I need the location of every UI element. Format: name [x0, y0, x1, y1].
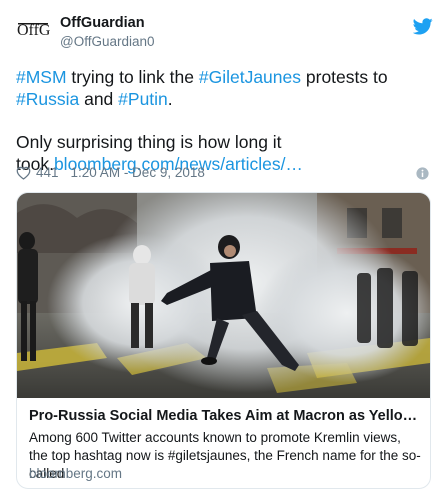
info-icon[interactable] — [416, 167, 429, 180]
tweet-text-segment: protests to — [301, 67, 388, 87]
hashtag-msm[interactable]: #MSM — [16, 67, 67, 87]
protest-photo — [17, 193, 430, 398]
tweet-text-segment: . — [167, 89, 173, 109]
tweet-text-segment: trying to link the — [66, 67, 199, 87]
tweet-embed: OffG OffGuardian @OffGuardian0 #MSM tryi… — [0, 0, 447, 503]
author-handle[interactable]: @OffGuardian0 — [60, 34, 155, 49]
tweet-text: #MSM trying to link the #GiletJaunes pro… — [16, 66, 431, 175]
link-preview-card[interactable]: Pro-Russia Social Media Takes Aim at Mac… — [16, 192, 431, 489]
twitter-bird-icon[interactable] — [413, 18, 433, 35]
card-domain[interactable]: bloomberg.com — [29, 466, 122, 481]
avatar[interactable]: OffG — [16, 12, 50, 46]
logo-text: OffG — [17, 22, 50, 39]
hashtag-giletjaunes[interactable]: #GiletJaunes — [199, 67, 301, 87]
tweet-timestamp[interactable]: 1:20 AM - Dec 9, 2018 — [71, 165, 205, 180]
heart-icon[interactable] — [16, 166, 31, 180]
offguardian-logo: OffG — [16, 12, 50, 46]
tweet-meta: 441 1:20 AM - Dec 9, 2018 — [16, 165, 205, 180]
tweet-paragraph-1: #MSM trying to link the #GiletJaunes pro… — [16, 66, 431, 110]
card-title[interactable]: Pro-Russia Social Media Takes Aim at Mac… — [29, 408, 419, 424]
like-count[interactable]: 441 — [36, 165, 59, 180]
tweet-text-segment: and — [79, 89, 119, 109]
hashtag-russia[interactable]: #Russia — [16, 89, 79, 109]
hashtag-putin[interactable]: #Putin — [118, 89, 168, 109]
author-name[interactable]: OffGuardian — [60, 15, 145, 31]
